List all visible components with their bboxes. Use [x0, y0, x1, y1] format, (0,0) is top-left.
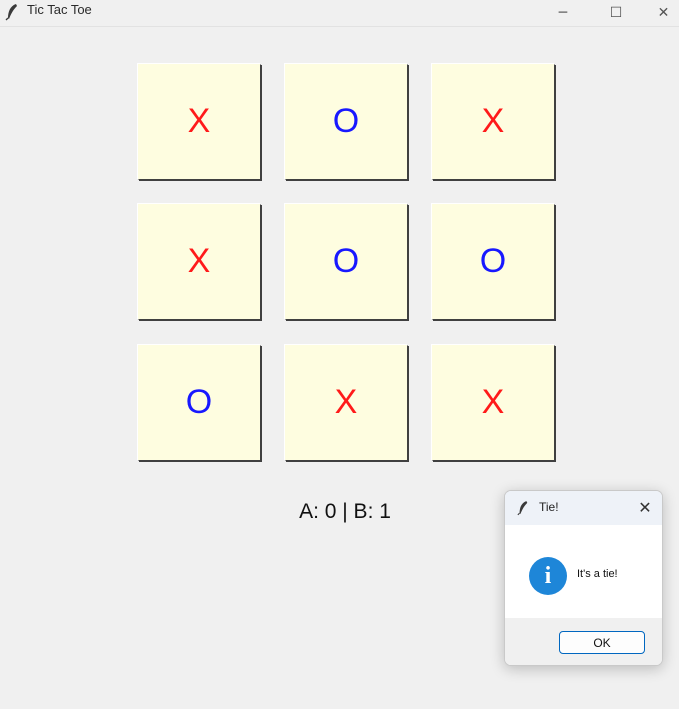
cell-4[interactable]: X: [137, 203, 260, 319]
cell-1[interactable]: X: [137, 63, 260, 179]
window-title: Tic Tac Toe: [27, 2, 92, 17]
feather-icon: [517, 501, 528, 516]
cell-6[interactable]: O: [431, 203, 554, 319]
dialog-title-bar: Tie! ✕: [505, 491, 662, 525]
ok-button[interactable]: OK: [559, 631, 645, 654]
info-icon: i: [529, 557, 567, 595]
cell-2[interactable]: O: [284, 63, 407, 179]
title-bar: Tic Tac Toe ─ ☐ ✕: [0, 0, 679, 27]
cell-3[interactable]: X: [431, 63, 554, 179]
cell-5[interactable]: O: [284, 203, 407, 319]
cell-8[interactable]: X: [284, 344, 407, 460]
dialog-message: It's a tie!: [577, 568, 618, 580]
dialog-close-button[interactable]: ✕: [635, 497, 655, 519]
cell-9[interactable]: X: [431, 344, 554, 460]
close-button[interactable]: ✕: [648, 0, 679, 26]
feather-icon: [5, 4, 17, 21]
tie-dialog: Tie! ✕ i It's a tie! OK: [504, 490, 663, 666]
dialog-footer: OK: [505, 618, 662, 665]
dialog-body: i It's a tie!: [505, 525, 662, 618]
cell-7[interactable]: O: [137, 344, 260, 460]
maximize-button[interactable]: ☐: [593, 0, 639, 26]
dialog-title: Tie!: [539, 500, 559, 514]
minimize-button[interactable]: ─: [540, 0, 586, 26]
